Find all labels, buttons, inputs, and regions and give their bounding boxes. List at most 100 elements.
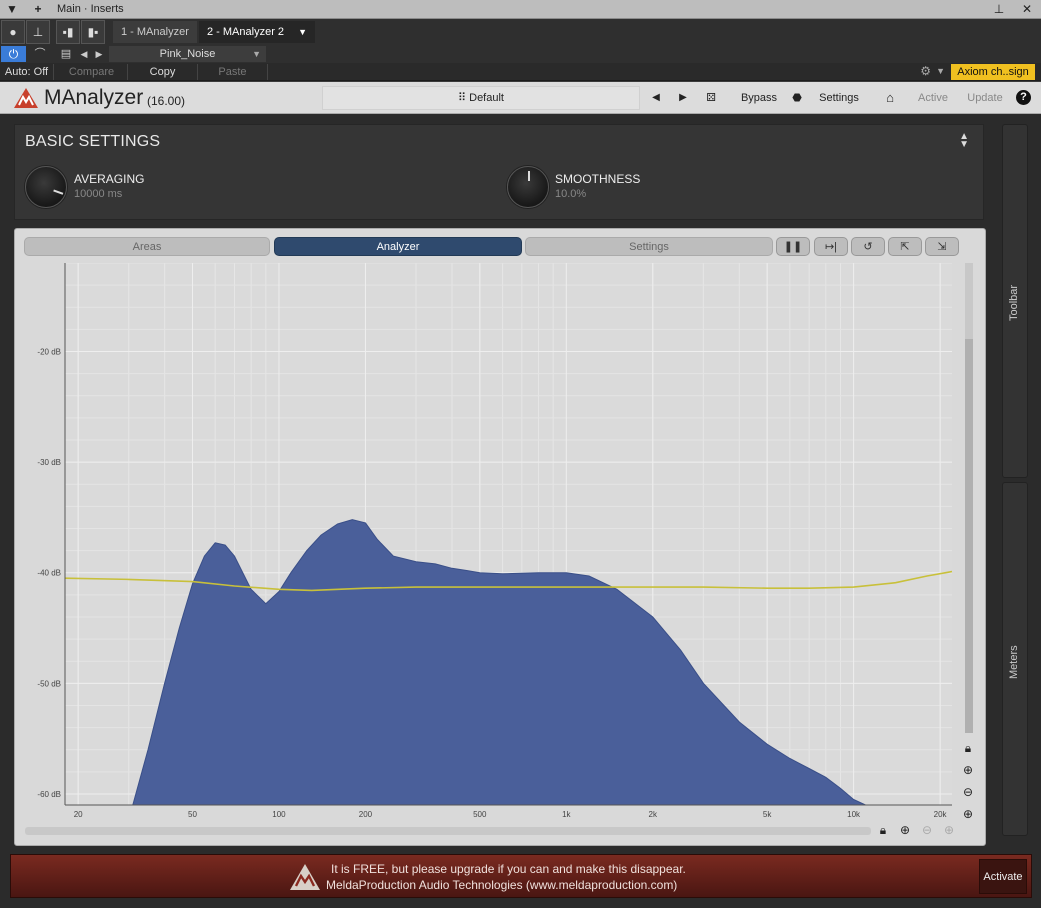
preset-next-icon[interactable]: ▶ xyxy=(677,88,689,108)
activate-button[interactable]: Activate xyxy=(979,859,1027,894)
y-tick-label: -50 dB xyxy=(37,679,61,688)
zoom-fit-icon[interactable]: ⊕ xyxy=(941,823,957,837)
meters-label: Meters xyxy=(1008,645,1020,679)
tab-plugin-2[interactable]: 2 - MAnalyzer 2 ▼ xyxy=(199,21,315,43)
upgrade-banner: It is FREE, but please upgrade if you ca… xyxy=(10,854,1032,898)
host-edit-row: Auto: Off Compare Copy Paste ⚙ ▼ Axiom c… xyxy=(0,63,1041,81)
plugin-body: BASIC SETTINGS ▲ ▼ AVERAGING 10000 ms SMO… xyxy=(0,114,1041,908)
active-button[interactable]: Active xyxy=(910,88,956,108)
host-title-bar: ▼ + Main · Inserts ⊥ ✕ xyxy=(0,0,1041,19)
analyzer-panel: Areas Analyzer Settings ❚❚ ↦| ↺ ⇱ ⇲ -20 … xyxy=(14,228,986,846)
compare-button[interactable]: Compare xyxy=(56,64,128,80)
settings-shield-icon[interactable]: ⬣ xyxy=(790,88,804,108)
horizontal-scrollbar[interactable] xyxy=(25,827,871,835)
update-button[interactable]: Update xyxy=(962,88,1008,108)
compare-mode-icon[interactable]: ⌒ xyxy=(30,46,50,62)
chevron-down-icon[interactable]: ▼ xyxy=(936,66,945,76)
zoom-fit-icon[interactable]: ⊕ xyxy=(960,807,976,821)
power-knob-icon[interactable]: ● xyxy=(1,20,25,44)
copy-button[interactable]: Copy xyxy=(128,64,198,80)
preset-prev-icon[interactable]: ◀ xyxy=(78,46,90,62)
tab-areas[interactable]: Areas xyxy=(24,237,270,256)
auto-button[interactable]: Auto: Off xyxy=(0,64,54,80)
random-dice-icon[interactable]: ⚄ xyxy=(704,88,718,108)
pause-icon[interactable]: ❚❚ xyxy=(776,237,810,256)
smoothness-knob[interactable] xyxy=(507,166,549,208)
add-icon[interactable]: + xyxy=(30,2,46,17)
import-icon[interactable]: ⇲ xyxy=(925,237,959,256)
x-tick-label: 20k xyxy=(934,810,948,819)
vertical-scrollbar[interactable] xyxy=(965,263,973,733)
toolbar-side-panel[interactable]: Toolbar xyxy=(1002,124,1028,478)
averaging-knob-indicator xyxy=(53,189,64,195)
host-preset-select[interactable]: Pink_Noise ▼ xyxy=(109,46,266,62)
tab-plugin-1[interactable]: 1 - MAnalyzer xyxy=(113,21,197,43)
x-tick-label: 50 xyxy=(188,810,197,819)
x-tick-label: 200 xyxy=(359,810,373,819)
export-icon[interactable]: ⇱ xyxy=(888,237,922,256)
averaging-label: AVERAGING xyxy=(74,172,145,186)
y-tick-label: -60 dB xyxy=(37,790,61,799)
x-tick-label: 2k xyxy=(649,810,658,819)
pin-icon[interactable]: ⊥ xyxy=(991,2,1007,17)
preset-selector[interactable]: ⠿ Default xyxy=(322,86,640,110)
chevron-down-icon: ▼ xyxy=(298,27,307,37)
insert-right-icon[interactable]: ▮▪ xyxy=(81,20,105,44)
company-credit: MeldaProduction Audio Technologies (www.… xyxy=(326,878,678,892)
collapse-icon[interactable]: ▲ ▼ xyxy=(959,132,969,150)
y-tick-label: -30 dB xyxy=(37,458,61,467)
lock-icon[interactable]: 🔒︎ xyxy=(960,741,976,756)
spectrum-graph[interactable]: -20 dB -30 dB -40 dB -50 dB -60 dB 20 50 100 200… xyxy=(25,263,960,823)
user-badge[interactable]: Axiom ch..sign xyxy=(951,64,1035,80)
host-preset-row: ⏻ ⌒ ▤ ◀ ▶ Pink_Noise ▼ xyxy=(0,45,1041,63)
toolbar-label: Toolbar xyxy=(1008,284,1020,321)
x-tick-label: 20 xyxy=(74,810,83,819)
upgrade-message: It is FREE, but please upgrade if you ca… xyxy=(331,862,686,876)
help-icon[interactable]: ? xyxy=(1016,90,1031,105)
paste-button[interactable]: Paste xyxy=(198,64,268,80)
meters-side-panel[interactable]: Meters xyxy=(1002,482,1028,836)
zoom-out-icon[interactable]: ⊖ xyxy=(919,823,935,837)
smoothness-label: SMOOTHNESS xyxy=(555,172,641,186)
power-icon[interactable]: ⏻ xyxy=(1,46,26,62)
averaging-value: 10000 ms xyxy=(74,188,123,200)
x-tick-label: 5k xyxy=(763,810,772,819)
x-tick-label: 1k xyxy=(562,810,571,819)
preset-list-icon[interactable]: ▤ xyxy=(58,46,74,62)
lock-icon[interactable]: 🔒︎ xyxy=(875,823,891,838)
spectrum-chart: -20 dB -30 dB -40 dB -50 dB -60 dB 20 50 100 200… xyxy=(37,263,953,819)
plugin-name: MAnalyzer xyxy=(44,86,144,109)
host-preset-name: Pink_Noise xyxy=(159,48,216,60)
grid-icon: ⠿ xyxy=(458,92,467,104)
fit-width-icon[interactable]: ↦| xyxy=(814,237,848,256)
bypass-button[interactable]: Bypass xyxy=(734,88,784,108)
y-tick-label: -40 dB xyxy=(37,569,61,578)
preset-prev-icon[interactable]: ◀ xyxy=(650,88,662,108)
routing-icon[interactable]: ⊥ xyxy=(26,20,50,44)
melda-logo-icon xyxy=(290,864,320,890)
tab-settings[interactable]: Settings xyxy=(525,237,773,256)
home-icon[interactable]: ⌂ xyxy=(880,88,900,108)
host-toolbar: ● ⊥ ▪▮ ▮▪ 1 - MAnalyzer 2 - MAnalyzer 2 … xyxy=(0,19,1041,45)
gear-icon[interactable]: ⚙ xyxy=(920,64,931,78)
zoom-in-icon[interactable]: ⊕ xyxy=(897,823,913,837)
smoothness-knob-indicator xyxy=(528,171,530,181)
close-icon[interactable]: ✕ xyxy=(1019,2,1035,17)
preset-next-icon[interactable]: ▶ xyxy=(93,46,105,62)
x-tick-label: 10k xyxy=(847,810,861,819)
vertical-scroll-thumb[interactable] xyxy=(965,339,973,733)
averaging-knob[interactable] xyxy=(25,166,67,208)
settings-button[interactable]: Settings xyxy=(812,88,866,108)
zoom-in-icon[interactable]: ⊕ xyxy=(960,763,976,777)
melda-logo-icon xyxy=(14,88,38,108)
x-tick-label: 100 xyxy=(272,810,286,819)
tab-analyzer[interactable]: Analyzer xyxy=(274,237,522,256)
insert-left-icon[interactable]: ▪▮ xyxy=(56,20,80,44)
x-tick-label: 500 xyxy=(473,810,487,819)
preset-name: Default xyxy=(469,92,504,104)
chevron-down-icon: ▼ xyxy=(252,49,261,59)
reset-icon[interactable]: ↺ xyxy=(851,237,885,256)
basic-settings-panel: BASIC SETTINGS ▲ ▼ AVERAGING 10000 ms SMO… xyxy=(14,124,984,220)
zoom-out-icon[interactable]: ⊖ xyxy=(960,785,976,799)
dropdown-arrow-icon[interactable]: ▼ xyxy=(4,2,20,17)
